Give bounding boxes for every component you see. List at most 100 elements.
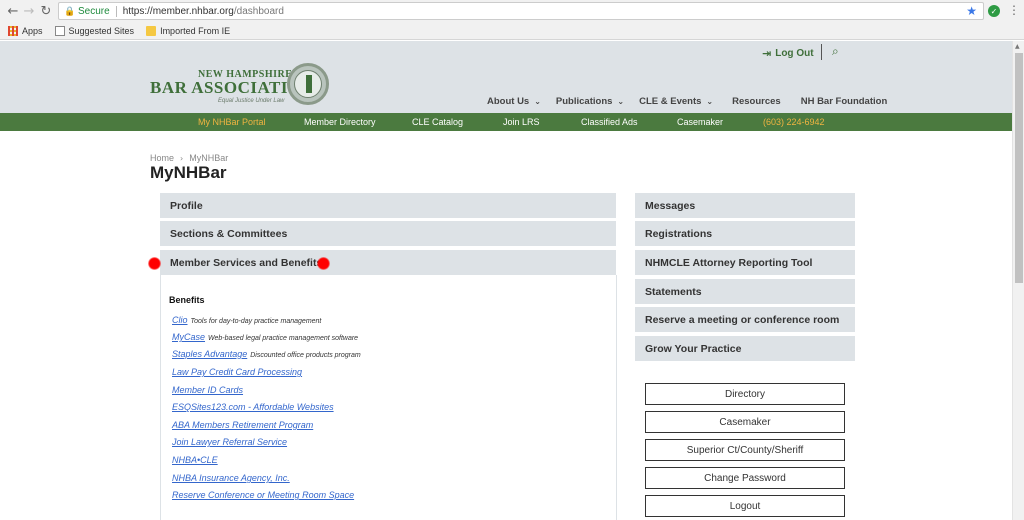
benefit-link-nhba-insurance[interactable]: NHBA Insurance Agency, Inc. (172, 473, 290, 483)
benefit-description: Tools for day-to-day practice management (190, 318, 322, 325)
panel-label: Profile (170, 199, 203, 212)
folder-icon (146, 25, 157, 36)
secondary-nav-classified-ads[interactable]: Classified Ads (581, 117, 638, 127)
panel-label: Messages (645, 199, 696, 212)
logo-tagline: Equal Justice Under Law (218, 98, 285, 104)
breadcrumb-current: MyNHBar (189, 153, 229, 163)
panel-grow-your-practice[interactable]: Grow Your Practice (635, 336, 855, 361)
panel-member-services-benefits[interactable]: Member Services and Benefits (160, 250, 616, 275)
address-bar[interactable]: 🔒 Secure https://member.nhbar.org/dashbo… (58, 2, 984, 20)
bookmark-star-icon[interactable]: ★ (966, 4, 977, 18)
secondary-nav-casemaker[interactable]: Casemaker (677, 117, 723, 127)
benefit-item: Clio Tools for day-to-day practice manage… (172, 315, 321, 325)
header-logout-link[interactable]: ⇥ Log Out (762, 47, 814, 60)
superior-ct-button[interactable]: Superior Ct/County/Sheriff (645, 439, 845, 461)
logout-button[interactable]: Logout (645, 495, 845, 517)
benefit-link-staples-advantage[interactable]: Staples Advantage (172, 349, 247, 359)
scrollbar-thumb[interactable] (1015, 53, 1023, 283)
click-marker (317, 257, 330, 270)
benefit-item: Join Lawyer Referral Service (172, 437, 287, 447)
benefit-link-esqsites123[interactable]: ESQSites123.com - Affordable Websites (172, 402, 334, 412)
secondary-nav-member-directory[interactable]: Member Directory (304, 117, 376, 127)
nav-publications[interactable]: Publications ⌄ (556, 96, 624, 107)
benefit-link-aba-retirement[interactable]: ABA Members Retirement Program (172, 420, 313, 430)
benefit-item: NHBA•CLE (172, 455, 218, 465)
extension-check-icon[interactable]: ✓ (988, 5, 1000, 17)
panel-profile[interactable]: Profile (160, 193, 616, 218)
nav-resources[interactable]: Resources (732, 96, 781, 107)
chevron-down-icon: ⌄ (706, 97, 714, 106)
secondary-nav: My NHBar Portal Member Directory CLE Cat… (0, 113, 1012, 131)
benefit-link-clio[interactable]: Clio (172, 315, 188, 325)
benefit-description: Discounted office products program (250, 352, 361, 359)
bookmark-imported-from-ie[interactable]: Imported From IE (146, 25, 231, 36)
search-icon[interactable]: ⌕ (832, 44, 839, 59)
scroll-up-arrow-icon[interactable]: ▲ (1015, 43, 1020, 50)
bookmark-apps[interactable]: Apps (8, 25, 43, 36)
benefit-link-nhba-cle[interactable]: NHBA•CLE (172, 455, 218, 465)
panel-label: NHMCLE Attorney Reporting Tool (645, 256, 813, 269)
benefit-description: Web-based legal practice management soft… (208, 335, 359, 342)
panel-label: Sections & Committees (170, 227, 288, 240)
browser-toolbar: ← → ↻ 🔒 Secure https://member.nhbar.org /… (0, 0, 1024, 22)
nav-label: NH Bar Foundation (800, 96, 888, 107)
chevron-down-icon: ⌄ (534, 97, 541, 106)
bookmark-label: Suggested Sites (68, 25, 135, 36)
nav-label: Resources (732, 96, 781, 107)
chevron-right-icon: › (180, 153, 184, 163)
header-separator (821, 44, 822, 60)
panel-label: Member Services and Benefits (170, 256, 323, 269)
browser-menu-icon[interactable]: ⋮ (1008, 3, 1020, 17)
forward-arrow-icon[interactable]: → (20, 2, 38, 20)
benefit-item: Staples Advantage Discounted office produ… (172, 349, 361, 359)
benefit-link-mycase[interactable]: MyCase (172, 332, 205, 342)
panel-messages[interactable]: Messages (635, 193, 855, 218)
secure-label: Secure (78, 5, 110, 17)
benefit-item: Member ID Cards (172, 385, 243, 395)
benefit-link-lawyer-referral[interactable]: Join Lawyer Referral Service (172, 437, 287, 447)
nhba-seal-icon (287, 63, 329, 105)
chevron-down-icon: ⌄ (617, 97, 625, 106)
main-nav: About Us ⌄ Publications ⌄ CLE & Events ⌄ Re… (487, 96, 887, 107)
nav-label: About Us (487, 96, 530, 107)
secondary-nav-cle-catalog[interactable]: CLE Catalog (412, 117, 463, 127)
page-scrollbar[interactable]: ▲ (1012, 41, 1024, 520)
panel-statements[interactable]: Statements (635, 279, 855, 304)
nav-nh-bar-foundation[interactable]: NH Bar Foundation (801, 96, 888, 107)
nav-about-us[interactable]: About Us ⌄ (487, 96, 541, 107)
panel-label: Reserve a meeting or conference room (645, 313, 840, 326)
benefit-link-law-pay[interactable]: Law Pay Credit Card Processing (172, 367, 302, 377)
panel-reserve-meeting-room[interactable]: Reserve a meeting or conference room (635, 307, 855, 332)
panel-registrations[interactable]: Registrations (635, 221, 855, 246)
nav-label: Publications (555, 96, 613, 107)
breadcrumb-home[interactable]: Home (150, 153, 174, 163)
click-marker (148, 257, 161, 270)
reload-icon[interactable]: ↻ (37, 2, 55, 20)
page-icon (54, 25, 65, 36)
benefit-item: NHBA Insurance Agency, Inc. (172, 473, 290, 483)
nhba-logo[interactable]: NEW HAMPSHIRE BAR ASSOCIATION Equal Just… (150, 63, 330, 119)
change-password-button[interactable]: Change Password (645, 467, 845, 489)
panel-label: Grow Your Practice (645, 342, 742, 355)
benefit-item: Law Pay Credit Card Processing (172, 367, 302, 377)
benefit-item: Reserve Conference or Meeting Room Space (172, 490, 354, 500)
casemaker-button[interactable]: Casemaker (645, 411, 845, 433)
benefit-item: MyCase Web-based legal practice managemen… (172, 332, 358, 342)
bookmark-suggested-sites[interactable]: Suggested Sites (54, 25, 135, 36)
phone-number[interactable]: (603) 224-6942 (763, 117, 825, 127)
benefit-link-reserve-room[interactable]: Reserve Conference or Meeting Room Space (172, 490, 354, 500)
bookmarks-bar: Apps Suggested Sites Imported From IE (0, 22, 1024, 40)
bookmark-label: Apps (22, 25, 43, 36)
secondary-nav-my-nhbar-portal[interactable]: My NHBar Portal (198, 117, 266, 127)
nav-label: CLE & Events (639, 96, 702, 107)
panel-nhmcle-reporting-tool[interactable]: NHMCLE Attorney Reporting Tool (635, 250, 855, 275)
bookmark-label: Imported From IE (160, 25, 231, 36)
benefits-heading: Benefits (169, 295, 205, 305)
panel-label: Statements (645, 285, 702, 298)
nav-cle-events[interactable]: CLE & Events ⌄ (639, 96, 713, 107)
logout-label: Log Out (775, 48, 814, 59)
secondary-nav-join-lrs[interactable]: Join LRS (503, 117, 540, 127)
directory-button[interactable]: Directory (645, 383, 845, 405)
panel-sections-committees[interactable]: Sections & Committees (160, 221, 616, 246)
benefit-link-member-id-cards[interactable]: Member ID Cards (172, 385, 243, 395)
